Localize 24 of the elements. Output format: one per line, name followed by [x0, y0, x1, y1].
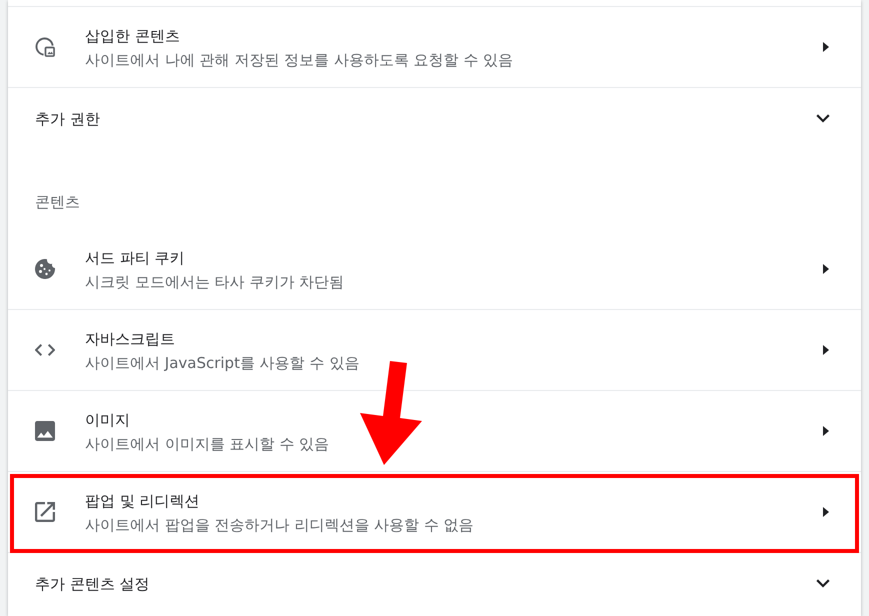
setting-title[interactable]: 삽입한 콘텐츠: [85, 24, 180, 48]
setting-description: 시크릿 모드에서는 타사 쿠키가 차단됨: [85, 272, 344, 293]
setting-title[interactable]: 서드 파티 쿠키: [85, 246, 185, 270]
chevron-down-icon[interactable]: [816, 114, 830, 123]
setting-description: 사이트에서 JavaScript를 사용할 수 있음: [85, 353, 360, 374]
arc-picture-icon: [35, 37, 55, 57]
chevron-down-icon[interactable]: [816, 579, 830, 588]
square-arrow-icon: [35, 502, 55, 522]
caret-right-icon[interactable]: [823, 345, 829, 355]
setting-title[interactable]: 팝업 및 리디렉션: [85, 489, 200, 513]
caret-right-icon[interactable]: [823, 264, 829, 274]
image-icon: [35, 421, 55, 441]
caret-right-icon[interactable]: [823, 507, 829, 517]
caret-right-icon[interactable]: [823, 42, 829, 52]
setting-description: 사이트에서 나에 관해 저장된 정보를 사용하도록 요청할 수 있음: [85, 50, 514, 71]
section-toggle-label[interactable]: 추가 권한: [35, 106, 100, 130]
caret-right-icon[interactable]: [823, 426, 829, 436]
setting-description: 사이트에서 팝업을 전송하거나 리디렉션을 사용할 수 없음: [85, 515, 474, 536]
setting-title[interactable]: 자바스크립트: [85, 327, 175, 351]
setting-description: 사이트에서 이미지를 표시할 수 있음: [85, 434, 330, 455]
section-heading: 콘텐츠: [35, 192, 80, 213]
setting-title[interactable]: 이미지: [85, 408, 130, 432]
section-toggle-label[interactable]: 추가 콘텐츠 설정: [35, 572, 150, 596]
cookie-icon: [35, 259, 55, 279]
